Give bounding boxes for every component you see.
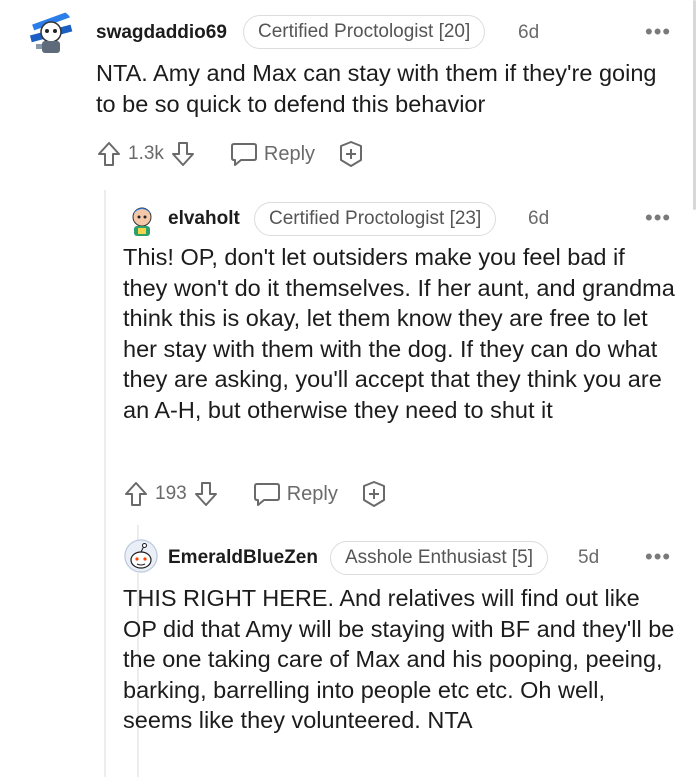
user-flair-label: Asshole Enthusiast [5] (345, 547, 533, 568)
upvote-arrow-icon[interactable] (96, 140, 122, 168)
comment-age: 6d (518, 22, 540, 43)
comment-body: THIS RIGHT HERE. And relatives will find… (123, 585, 675, 733)
user-flair: Certified Proctologist [23] (254, 202, 497, 236)
more-options-icon[interactable]: ••• (645, 546, 671, 568)
avatar[interactable] (26, 8, 76, 58)
user-flair: Asshole Enthusiast [5] (330, 541, 548, 575)
comment-actions: 1.3k Reply (96, 140, 365, 168)
vote-count: 193 (155, 483, 187, 504)
speech-bubble-icon[interactable] (230, 141, 258, 167)
username[interactable]: swagdaddio69 (96, 22, 227, 44)
comment-swagdaddio69: swagdaddio69 Certified Proctologist [20]… (0, 0, 700, 190)
user-flair-label: Certified Proctologist [23] (269, 208, 482, 229)
more-options-icon[interactable]: ••• (645, 207, 671, 229)
avatar[interactable] (124, 202, 160, 238)
avatar[interactable] (124, 539, 158, 573)
speech-bubble-icon[interactable] (253, 481, 281, 507)
username[interactable]: elvaholt (168, 208, 240, 230)
comment-elvaholt: elvaholt Certified Proctologist [23] 6d … (0, 190, 700, 525)
comment-body: This! OP, don't let outsiders make you f… (123, 244, 675, 423)
vote-count: 1.3k (128, 143, 164, 164)
downvote-arrow-icon[interactable] (170, 140, 196, 168)
comment-age: 6d (528, 208, 550, 229)
upvote-arrow-icon[interactable] (123, 480, 149, 508)
plus-circle-icon[interactable] (337, 140, 365, 168)
comment-body: NTA. Amy and Max can stay with them if t… (96, 60, 657, 117)
comment-age: 5d (578, 547, 600, 568)
comment-actions: 193 Reply (123, 480, 388, 508)
reply-button[interactable]: Reply (287, 483, 338, 506)
plus-circle-icon[interactable] (360, 480, 388, 508)
more-options-icon[interactable]: ••• (645, 21, 671, 43)
user-flair-label: Certified Proctologist [20] (258, 21, 471, 42)
user-flair: Certified Proctologist [20] (243, 15, 486, 49)
reply-button[interactable]: Reply (264, 143, 315, 166)
downvote-arrow-icon[interactable] (193, 480, 219, 508)
comment-emeraldbluezen: EmeraldBlueZen Asshole Enthusiast [5] 5d… (0, 525, 700, 777)
username[interactable]: EmeraldBlueZen (168, 547, 318, 569)
scrollbar[interactable] (693, 0, 696, 210)
